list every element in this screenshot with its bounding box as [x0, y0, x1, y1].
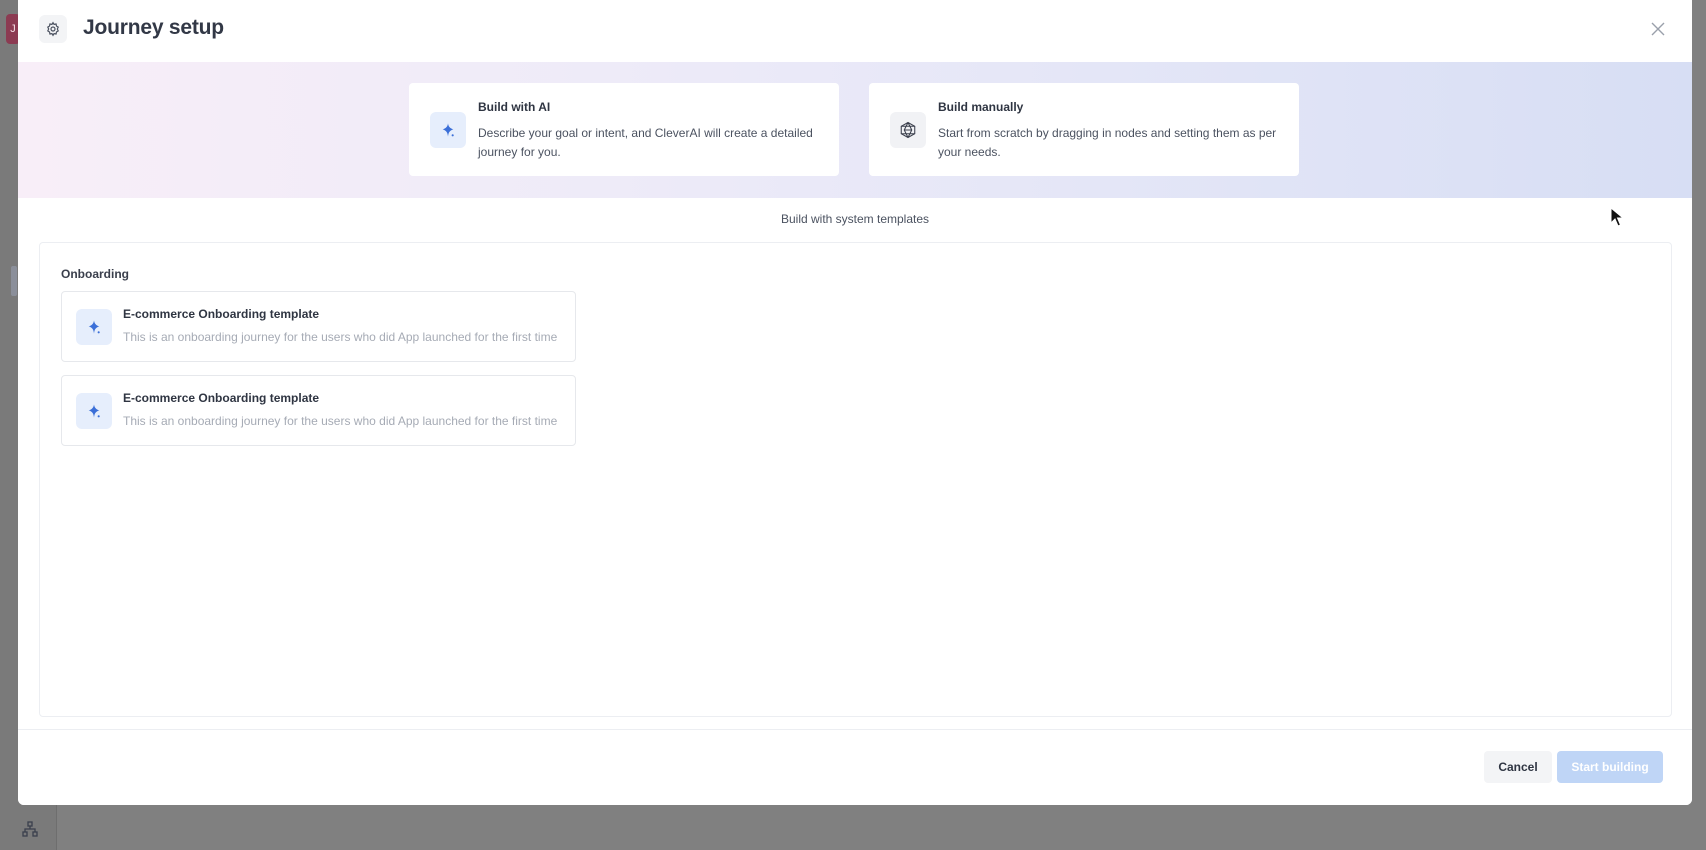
hierarchy-icon[interactable] [22, 821, 38, 837]
build-options-banner: Build with AI Describe your goal or inte… [18, 62, 1692, 198]
templates-section-label: Onboarding [61, 267, 129, 281]
template-description: This is an onboarding journey for the us… [123, 414, 558, 428]
close-button[interactable] [1648, 19, 1668, 39]
modal-header: Journey setup [18, 0, 1692, 63]
templates-panel: Onboarding E-commerce Onboarding templat… [39, 242, 1672, 717]
build-manually-card[interactable]: Build manually Start from scratch by dra… [869, 83, 1299, 176]
modal-footer: Cancel Start building [18, 729, 1692, 805]
build-with-ai-description: Describe your goal or intent, and Clever… [478, 126, 813, 159]
close-icon [1651, 22, 1665, 36]
sparkle-icon [76, 393, 112, 429]
sparkle-icon [76, 309, 112, 345]
template-card[interactable]: E-commerce Onboarding template This is a… [61, 375, 576, 446]
template-description: This is an onboarding journey for the us… [123, 330, 558, 344]
modal-title: Journey setup [83, 16, 224, 39]
template-card[interactable]: E-commerce Onboarding template This is a… [61, 291, 576, 362]
gear-icon [39, 15, 67, 43]
network-icon [890, 112, 926, 148]
templates-heading: Build with system templates [780, 212, 930, 226]
build-with-ai-card[interactable]: Build with AI Describe your goal or inte… [409, 83, 839, 176]
sidebar-active-marker [11, 266, 17, 296]
sparkle-icon [430, 112, 466, 148]
cancel-button[interactable]: Cancel [1484, 751, 1552, 783]
template-title: E-commerce Onboarding template [123, 391, 320, 405]
journey-setup-modal: Journey setup Build with AI Describe you… [18, 0, 1692, 805]
template-title: E-commerce Onboarding template [123, 307, 320, 321]
build-manually-title: Build manually [938, 100, 1024, 114]
build-manually-description: Start from scratch by dragging in nodes … [938, 126, 1277, 159]
mouse-cursor-icon [1610, 207, 1624, 227]
build-with-ai-title: Build with AI [478, 100, 551, 114]
start-building-button[interactable]: Start building [1557, 751, 1663, 783]
